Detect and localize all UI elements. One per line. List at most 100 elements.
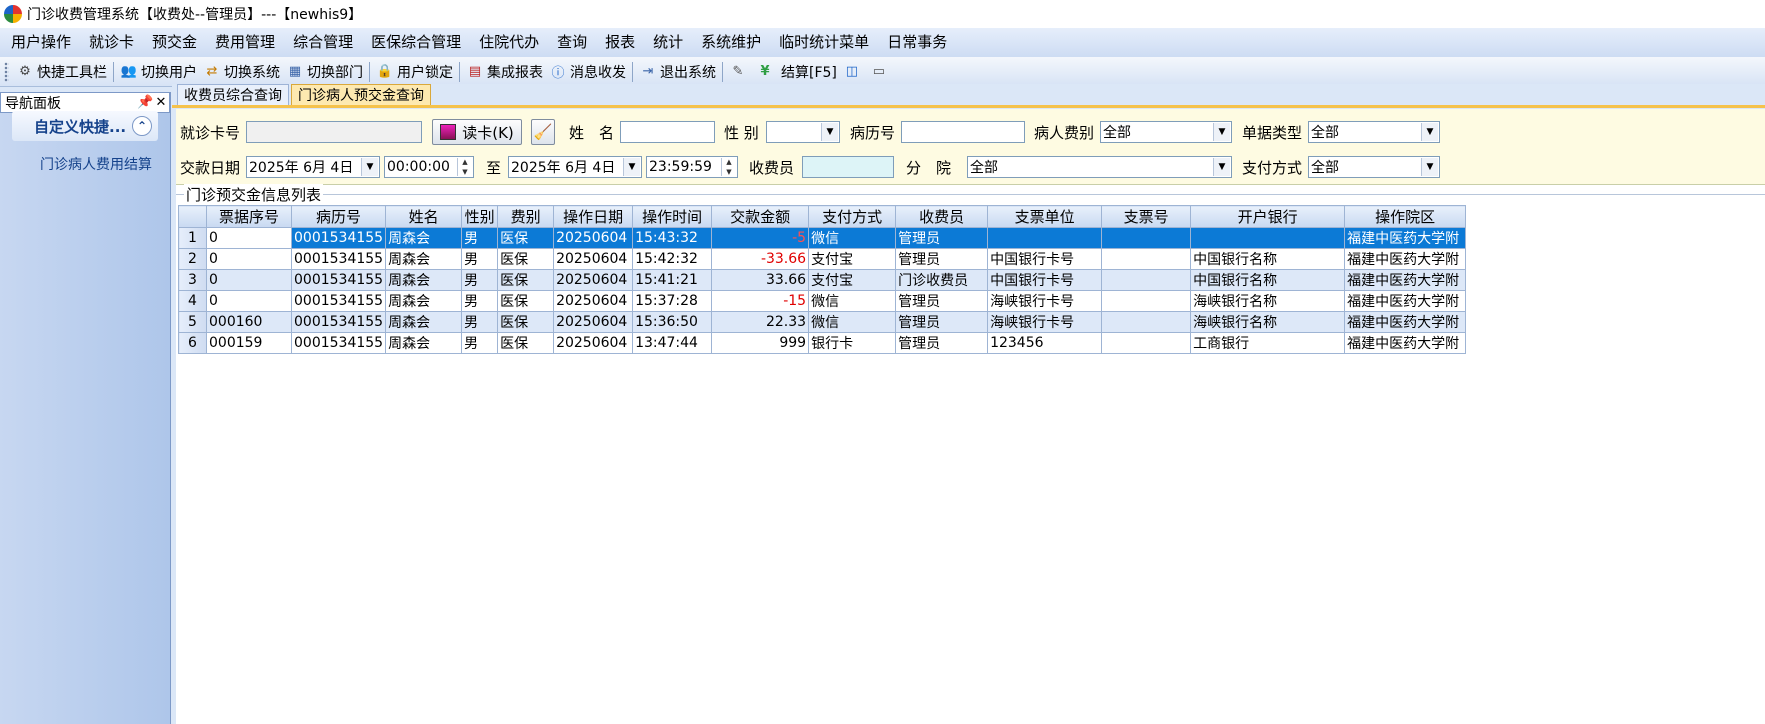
- column-header[interactable]: 操作时间: [632, 205, 713, 228]
- cell[interactable]: [1101, 311, 1192, 333]
- table-row[interactable]: 3 0 0001534155 周森会 男 医保 20250604 15:41:2…: [178, 269, 1467, 291]
- menu-card[interactable]: 就诊卡: [80, 28, 143, 57]
- row-number[interactable]: 4: [178, 290, 207, 312]
- column-header[interactable]: 病历号: [290, 205, 387, 228]
- cell[interactable]: 15:37:28: [632, 290, 713, 312]
- menu-temp-stats[interactable]: 临时统计菜单: [770, 28, 878, 57]
- menu-query[interactable]: 查询: [548, 28, 596, 57]
- cell[interactable]: 医保: [497, 227, 555, 249]
- cell[interactable]: 银行卡: [808, 332, 897, 354]
- cell[interactable]: 中国银行名称: [1190, 269, 1346, 291]
- cell[interactable]: [1101, 290, 1192, 312]
- cell[interactable]: 周森会: [385, 269, 463, 291]
- cell[interactable]: 男: [461, 248, 499, 270]
- card-no-input[interactable]: [246, 121, 422, 143]
- time-from-input[interactable]: 00:00:00 ▲ ▼: [384, 156, 474, 178]
- column-header[interactable]: 操作院区: [1344, 205, 1467, 228]
- amount-cell[interactable]: 33.66: [711, 269, 810, 291]
- switch-department-button[interactable]: ▦ 切换部门: [283, 59, 366, 85]
- cell[interactable]: 男: [461, 311, 499, 333]
- cell[interactable]: 男: [461, 332, 499, 354]
- column-header[interactable]: 收费员: [895, 205, 989, 228]
- row-number[interactable]: 3: [178, 269, 207, 291]
- record-no-input[interactable]: [901, 121, 1025, 143]
- branch-select[interactable]: 全部 ▼: [967, 156, 1232, 178]
- cell[interactable]: 海峡银行名称: [1190, 290, 1346, 312]
- cell[interactable]: 中国银行卡号: [987, 269, 1103, 291]
- row-number[interactable]: 6: [178, 332, 207, 354]
- column-header[interactable]: 费别: [497, 205, 555, 228]
- cell[interactable]: 0001534155: [290, 290, 387, 312]
- spinner-icon[interactable]: ▲ ▼: [721, 158, 736, 176]
- pin-icon[interactable]: 📌: [137, 95, 153, 110]
- cell[interactable]: 海峡银行名称: [1190, 311, 1346, 333]
- cell[interactable]: 20250604: [553, 227, 634, 249]
- amount-cell[interactable]: 22.33: [711, 311, 810, 333]
- cell[interactable]: 管理员: [895, 248, 989, 270]
- cell[interactable]: [1190, 227, 1346, 249]
- menu-statistics[interactable]: 统计: [644, 28, 692, 57]
- cell[interactable]: 海峡银行卡号: [987, 290, 1103, 312]
- tab-prepay-query[interactable]: 门诊病人预交金查询: [291, 84, 431, 105]
- cell[interactable]: 0001534155: [290, 269, 387, 291]
- cell[interactable]: 0001534155: [290, 311, 387, 333]
- cell[interactable]: [987, 227, 1103, 249]
- user-lock-button[interactable]: 🔒 用户锁定: [373, 59, 456, 85]
- column-header[interactable]: 支票单位: [987, 205, 1103, 228]
- corner-header[interactable]: [178, 205, 207, 228]
- cell[interactable]: 男: [461, 227, 499, 249]
- column-header[interactable]: 交款金额: [711, 205, 810, 228]
- cell[interactable]: 福建中医药大学附: [1344, 311, 1467, 333]
- cell[interactable]: 周森会: [385, 311, 463, 333]
- cell[interactable]: 微信: [808, 290, 897, 312]
- menu-fee-mgmt[interactable]: 费用管理: [206, 28, 284, 57]
- time-to-input[interactable]: 23:59:59 ▲ ▼: [646, 156, 738, 178]
- chevron-down-icon[interactable]: ▼: [1213, 123, 1230, 141]
- collapse-up-icon[interactable]: ⌃: [132, 116, 152, 136]
- menu-user-ops[interactable]: 用户操作: [2, 28, 80, 57]
- cell[interactable]: 周森会: [385, 248, 463, 270]
- cell[interactable]: 海峡银行卡号: [987, 311, 1103, 333]
- message-button[interactable]: ⓘ 消息收发: [546, 59, 629, 85]
- cell[interactable]: 周森会: [385, 332, 463, 354]
- cell[interactable]: [1101, 332, 1192, 354]
- cell[interactable]: [1101, 248, 1192, 270]
- spinner-icon[interactable]: ▲ ▼: [457, 158, 472, 176]
- cell[interactable]: 医保: [497, 311, 555, 333]
- chevron-down-icon[interactable]: ▼: [1213, 158, 1230, 176]
- nav-group-custom-shortcuts[interactable]: 自定义快捷... ⌃: [12, 111, 158, 141]
- column-header[interactable]: 支付方式: [808, 205, 897, 228]
- edit-button[interactable]: ✎: [726, 59, 753, 85]
- cell[interactable]: 福建中医药大学附: [1344, 227, 1467, 249]
- cell[interactable]: 微信: [808, 311, 897, 333]
- cell[interactable]: 15:41:21: [632, 269, 713, 291]
- cell[interactable]: 支付宝: [808, 269, 897, 291]
- cell[interactable]: 20250604: [553, 269, 634, 291]
- table-row[interactable]: 5 000160 0001534155 周森会 男 医保 20250604 15…: [178, 311, 1467, 333]
- cell[interactable]: 男: [461, 290, 499, 312]
- row-number[interactable]: 1: [178, 227, 207, 249]
- cell[interactable]: 20250604: [553, 332, 634, 354]
- column-header[interactable]: 操作日期: [553, 205, 634, 228]
- nav-link-outpatient-settlement[interactable]: 门诊病人费用结算: [40, 154, 152, 174]
- cell[interactable]: 工商银行: [1190, 332, 1346, 354]
- close-icon[interactable]: ✕: [153, 95, 169, 110]
- toolbar-grip[interactable]: [4, 61, 9, 82]
- column-header[interactable]: 支票号: [1101, 205, 1192, 228]
- cell[interactable]: 管理员: [895, 311, 989, 333]
- cell[interactable]: 000160: [206, 311, 292, 333]
- menu-report[interactable]: 报表: [596, 28, 644, 57]
- cell[interactable]: 支付宝: [808, 248, 897, 270]
- cell[interactable]: 周森会: [385, 290, 463, 312]
- cell[interactable]: 福建中医药大学附: [1344, 332, 1467, 354]
- cell[interactable]: 0: [206, 290, 292, 312]
- row-number[interactable]: 2: [178, 248, 207, 270]
- table-row[interactable]: 2 0 0001534155 周森会 男 医保 20250604 15:42:3…: [178, 248, 1467, 270]
- menu-insurance[interactable]: 医保综合管理: [362, 28, 470, 57]
- column-header[interactable]: 姓名: [385, 205, 463, 228]
- integrated-report-button[interactable]: ▤ 集成报表: [463, 59, 546, 85]
- table-row[interactable]: 6 000159 0001534155 周森会 男 医保 20250604 13…: [178, 332, 1467, 354]
- cell[interactable]: 15:42:32: [632, 248, 713, 270]
- amount-cell[interactable]: 999: [711, 332, 810, 354]
- cell[interactable]: 医保: [497, 248, 555, 270]
